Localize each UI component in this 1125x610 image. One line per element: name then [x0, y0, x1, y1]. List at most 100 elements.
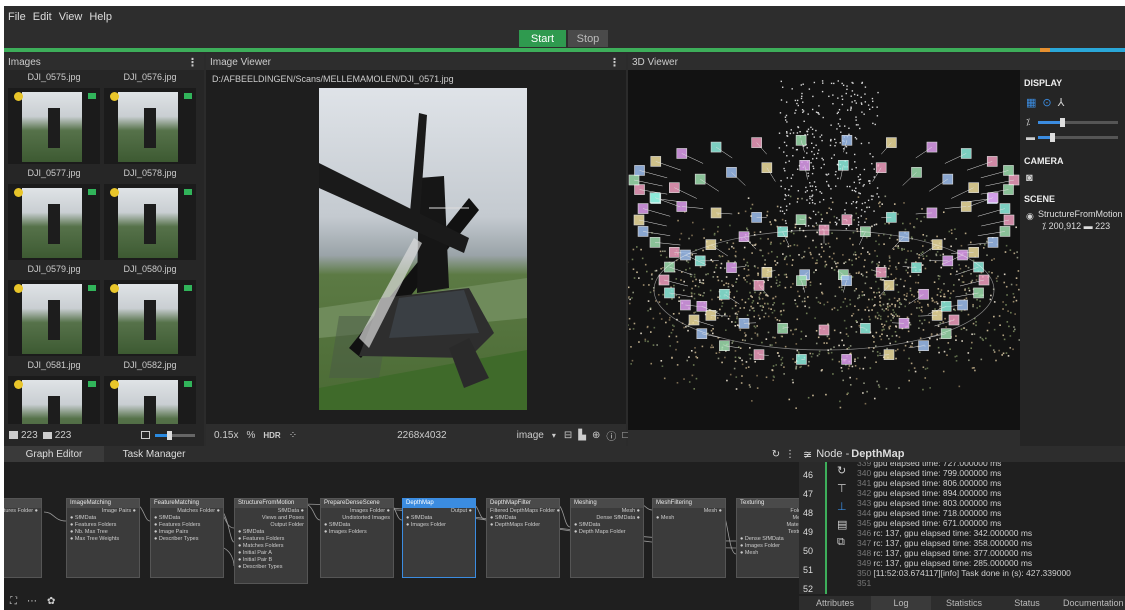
tab-attributes[interactable]: Attributes — [799, 596, 871, 610]
menu-edit[interactable]: Edit — [33, 11, 52, 23]
node-attribute[interactable]: ● Matches Folders — [235, 543, 307, 550]
graph-node-depthmapfilter[interactable]: DepthMapFilter Filtered DepthMaps Folder … — [486, 498, 560, 578]
tab-status[interactable]: Status — [997, 596, 1057, 610]
fit-view-icon[interactable]: ⛶ — [10, 596, 17, 607]
node-attribute[interactable]: ● SfMData — [151, 515, 223, 522]
node-attribute[interactable]: Image Pairs ● — [67, 508, 139, 515]
image-thumbnail[interactable]: DJI_0580.jpg — [104, 264, 196, 360]
hdr-toggle[interactable]: HDR — [263, 431, 280, 440]
node-attribute[interactable]: Undistorted Images — [321, 515, 393, 522]
node-attribute[interactable]: Images Folder ● — [321, 508, 393, 515]
node-attribute[interactable]: ● SfMData — [571, 522, 643, 529]
histogram-icon[interactable]: ▙ — [578, 430, 586, 441]
node-attribute[interactable]: ● Features Folders — [235, 536, 307, 543]
node-attribute[interactable]: Output ● — [403, 508, 475, 515]
chunk-number[interactable]: 46 — [803, 470, 813, 480]
more-icon[interactable]: ⋯ — [27, 596, 37, 607]
point-cloud-view[interactable] — [628, 70, 1020, 430]
scroll-bottom-icon[interactable]: ⊥ — [837, 500, 847, 513]
image-thumbnail[interactable]: DJI_0575.jpg — [8, 72, 100, 168]
camera-icon[interactable]: ◙ — [1026, 172, 1033, 184]
image-viewer-menu-icon[interactable]: ⋮ — [609, 56, 620, 69]
grid-icon[interactable]: % — [246, 430, 255, 441]
image-thumbnail[interactable]: DJI_0579.jpg — [8, 264, 100, 360]
node-attribute[interactable]: ● SfMData — [235, 529, 307, 536]
point-size-slider[interactable] — [1038, 118, 1118, 127]
chunk-number[interactable]: 50 — [803, 546, 813, 556]
dropdown-arrow-icon[interactable]: ▾ — [552, 431, 556, 440]
chunk-number[interactable]: 47 — [803, 489, 813, 499]
stop-button[interactable]: Stop — [568, 30, 608, 47]
node-attribute[interactable]: ● DepthMaps Folder — [487, 522, 559, 529]
menu-view[interactable]: View — [59, 11, 83, 23]
copy-icon[interactable]: ▤ — [837, 518, 847, 531]
node-attribute[interactable]: ● Features Folders — [151, 522, 223, 529]
node-attribute[interactable]: ● Max Tree Weights — [67, 536, 139, 543]
node-attribute[interactable]: ● Describer Types — [151, 536, 223, 543]
node-attribute[interactable]: Matches Folder ● — [151, 508, 223, 515]
node-attribute[interactable]: Mesh ● — [653, 508, 725, 515]
node-attribute[interactable]: ● SfMData — [321, 522, 393, 529]
node-attribute[interactable]: ● Images Folder — [403, 522, 475, 529]
gizmo-icon[interactable]: ⊙ — [1042, 96, 1051, 109]
node-attribute[interactable]: ● Images Folders — [321, 529, 393, 536]
graph-node-raction[interactable]: ractionFeatures Folder ●Types — [4, 498, 42, 578]
node-attribute[interactable]: Types — [4, 515, 41, 522]
graph-settings-icon[interactable]: ✿ — [47, 596, 55, 607]
chunk-number[interactable]: 49 — [803, 527, 813, 537]
color-picker-icon[interactable]: ⁘ — [289, 430, 297, 441]
reload-icon[interactable]: ↻ — [837, 464, 846, 477]
scroll-top-icon[interactable]: ⊤ — [837, 482, 847, 495]
globe-icon[interactable]: ⊕ — [592, 430, 600, 441]
windmill-photo[interactable] — [319, 88, 527, 410]
image-mode-select[interactable]: image — [517, 430, 544, 441]
graph-node-meshing[interactable]: Meshing Mesh ● Dense SfMData ● ● SfMData ● D… — [570, 498, 644, 578]
node-attribute[interactable]: Filtered DepthMaps Folder ● — [487, 508, 560, 515]
tab-documentation[interactable]: Documentation — [1057, 596, 1125, 610]
node-attribute[interactable]: ● Image Pairs — [151, 529, 223, 536]
camera-scale-slider[interactable] — [1038, 133, 1118, 142]
chunk-number[interactable]: 51 — [803, 565, 813, 575]
node-attribute[interactable]: ● Features Folders — [67, 522, 139, 529]
chunk-number[interactable]: 52 — [803, 584, 813, 594]
node-attribute[interactable]: ● Initial Pair B — [235, 557, 307, 564]
node-attribute[interactable]: Mesh ● — [571, 508, 643, 515]
image-thumbnail[interactable]: DJI_0576.jpg — [104, 72, 196, 168]
grid-toggle-icon[interactable]: ▦ — [1026, 96, 1036, 109]
graph-node-imagematching[interactable]: ImageMatching Image Pairs ● ● SfMData ● Fea… — [66, 498, 140, 578]
menu-help[interactable]: Help — [89, 11, 112, 23]
node-attribute[interactable]: ● Initial Pair A — [235, 550, 307, 557]
node-attribute[interactable]: Views and Poses — [235, 515, 307, 522]
scene-item-name[interactable]: StructureFromMotion — [1038, 209, 1123, 219]
node-attribute[interactable]: Features Folder ● — [4, 508, 41, 515]
node-attribute[interactable]: ● Describer Types — [235, 564, 307, 571]
node-attribute[interactable]: ● SfMData — [403, 515, 475, 522]
node-attribute[interactable]: ● SfMData — [67, 515, 139, 522]
node-attribute[interactable]: Output Folder — [235, 522, 307, 529]
node-attribute[interactable]: ● Depth Maps Folder — [571, 529, 643, 536]
tab-log[interactable]: Log — [871, 596, 931, 610]
node-attribute[interactable]: ● SfMData — [487, 515, 559, 522]
node-attribute[interactable]: SfMData ● — [235, 508, 307, 515]
node-attribute[interactable]: Dense SfMData ● — [571, 515, 643, 522]
graph-node-structurefrommotion[interactable]: StructureFromMotion SfMData ● Views and Po… — [234, 498, 308, 584]
node-attribute[interactable]: ● Nb. Max Tree — [67, 529, 139, 536]
graph-node-preparedensescene[interactable]: PrepareDenseScene Images Folder ● Undistor… — [320, 498, 394, 578]
start-button[interactable]: Start — [519, 30, 566, 47]
graph-node-depthmap[interactable]: DepthMap Output ● ● SfMData ● Images Folder — [402, 498, 476, 578]
image-thumbnail[interactable]: DJI_0578.jpg — [104, 168, 196, 264]
tab-statistics[interactable]: Statistics — [931, 596, 997, 610]
graph-node-featurematching[interactable]: FeatureMatching Matches Folder ● ● SfMData… — [150, 498, 224, 578]
graph-node-meshfiltering[interactable]: MeshFiltering Mesh ● ● Mesh — [652, 498, 726, 578]
open-external-icon[interactable]: ⧉ — [837, 536, 845, 549]
thumbnail-size-slider[interactable] — [155, 430, 196, 440]
visibility-eye-icon[interactable]: ◉ — [1026, 211, 1034, 222]
image-thumbnail[interactable]: DJI_0577.jpg — [8, 168, 100, 264]
walk-icon[interactable]: ⅄ — [1058, 96, 1065, 109]
images-menu-icon[interactable]: ⋮ — [187, 56, 198, 69]
info-icon[interactable]: ⓘ — [606, 428, 616, 443]
export-icon[interactable]: ⊟ — [564, 430, 572, 441]
menu-file[interactable]: File — [8, 11, 26, 23]
chunk-number[interactable]: 48 — [803, 508, 813, 518]
node-attribute[interactable]: ● Mesh — [653, 515, 725, 522]
